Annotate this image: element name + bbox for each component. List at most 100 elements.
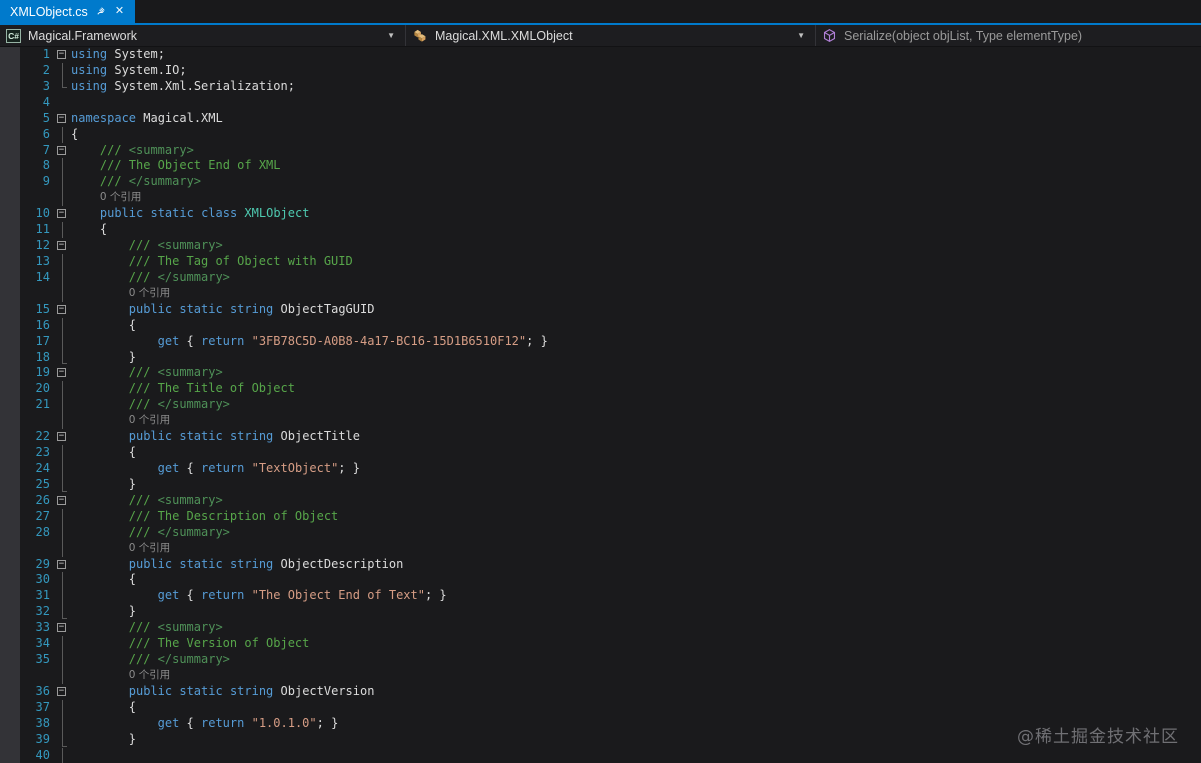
fold-toggle[interactable]: − (54, 557, 71, 573)
fold-guide (54, 381, 71, 398)
breakpoint-margin[interactable] (0, 604, 20, 621)
breakpoint-margin[interactable] (0, 683, 20, 700)
line-number: 1 (42, 47, 50, 61)
breakpoint-margin[interactable] (0, 206, 20, 223)
breakpoint-margin[interactable] (0, 222, 20, 239)
fold-toggle[interactable]: − (54, 365, 71, 381)
code-text: } (128, 604, 136, 619)
fold-toggle[interactable]: − (54, 47, 71, 63)
collapse-box-icon[interactable]: − (57, 241, 66, 251)
breakpoint-margin[interactable] (0, 445, 20, 461)
collapse-box-icon[interactable]: − (57, 432, 66, 442)
project-dropdown[interactable]: C# Magical.Framework ▼ (0, 25, 406, 46)
collapse-box-icon[interactable]: − (57, 368, 66, 378)
collapse-box-icon[interactable]: − (57, 495, 66, 505)
collapse-box-icon[interactable]: − (57, 113, 66, 123)
type-dropdown[interactable]: Magical.XML.XMLObject ▼ (406, 25, 816, 46)
breakpoint-margin[interactable] (0, 620, 20, 637)
line-number (20, 286, 54, 302)
breakpoint-margin[interactable] (0, 524, 20, 541)
fold-guide (54, 747, 71, 763)
fold-guide (54, 604, 71, 620)
codelens-references[interactable]: 0 个引用 (71, 286, 1201, 302)
fold-toggle[interactable]: − (54, 111, 71, 127)
breakpoint-margin[interactable] (0, 588, 20, 605)
breakpoint-margin[interactable] (0, 460, 20, 477)
breakpoint-margin[interactable] (0, 253, 20, 270)
breakpoint-margin[interactable] (0, 317, 20, 334)
breakpoint-margin[interactable] (0, 381, 20, 398)
breakpoint-margin[interactable] (0, 636, 20, 653)
breakpoint-margin[interactable] (0, 62, 20, 79)
code-text: public static string ObjectTagGUID (128, 301, 375, 316)
fold-toggle[interactable]: − (54, 143, 71, 159)
breakpoint-margin[interactable] (0, 142, 20, 159)
fold-toggle[interactable]: − (54, 238, 71, 254)
fold-toggle[interactable]: − (54, 493, 71, 509)
codelens-references[interactable]: 0 个引用 (71, 413, 1201, 429)
breakpoint-margin[interactable] (0, 285, 20, 302)
fold-guide (54, 77, 71, 95)
close-icon[interactable]: ✕ (113, 5, 126, 18)
breakpoint-margin[interactable] (0, 429, 20, 446)
breakpoint-margin[interactable] (0, 238, 20, 254)
collapse-box-icon[interactable]: − (57, 145, 66, 155)
breakpoint-margin[interactable] (0, 540, 20, 557)
fold-toggle[interactable]: − (54, 206, 71, 222)
breakpoint-margin[interactable] (0, 110, 20, 127)
collapse-box-icon[interactable]: − (57, 686, 66, 696)
breakpoint-margin[interactable] (0, 667, 20, 684)
code-text: get { return "TextObject"; } (157, 460, 360, 475)
breakpoint-margin[interactable] (0, 190, 20, 207)
fold-toggle[interactable]: − (54, 620, 71, 636)
line-number: 7 (42, 142, 50, 157)
tab-xmlobject[interactable]: XMLObject.cs ✕ (0, 0, 136, 23)
breakpoint-margin[interactable] (0, 365, 20, 382)
collapse-box-icon[interactable]: − (57, 304, 66, 314)
breakpoint-margin[interactable] (0, 397, 20, 414)
code-row: 27 /// The Description of Object (0, 508, 1201, 525)
breakpoint-margin[interactable] (0, 94, 20, 111)
code-editor[interactable]: 1− using System; 2 using System.IO; 3 using S… (0, 47, 1201, 763)
breakpoint-margin[interactable] (0, 492, 20, 509)
breakpoint-margin[interactable] (0, 556, 20, 573)
breakpoint-margin[interactable] (0, 158, 20, 175)
collapse-box-icon[interactable]: − (57, 623, 66, 633)
breakpoint-margin[interactable] (0, 413, 20, 430)
breakpoint-margin[interactable] (0, 476, 20, 493)
collapse-box-icon[interactable]: − (57, 50, 66, 59)
breakpoint-margin[interactable] (0, 508, 20, 525)
collapse-box-icon[interactable]: − (57, 209, 66, 219)
line-number: 40 (35, 747, 50, 762)
codelens-references[interactable]: 0 个引用 (71, 668, 1201, 684)
code-text: { (128, 317, 136, 332)
breakpoint-margin[interactable] (0, 572, 20, 589)
fold-toggle[interactable]: − (54, 302, 71, 318)
breakpoint-margin[interactable] (0, 747, 20, 763)
breakpoint-margin[interactable] (0, 78, 20, 95)
breakpoint-margin[interactable] (0, 715, 20, 732)
codelens-references[interactable]: 0 个引用 (71, 541, 1201, 557)
breakpoint-margin[interactable] (0, 652, 20, 668)
fold-toggle[interactable]: − (54, 684, 71, 700)
code-text: /// The Tag of Object with GUID (128, 253, 353, 268)
breakpoint-margin[interactable] (0, 301, 20, 318)
breakpoint-margin[interactable] (0, 333, 20, 350)
breakpoint-margin[interactable] (0, 349, 20, 366)
member-dropdown[interactable]: Serialize(object objList, Type elementTy… (816, 25, 1201, 46)
breakpoint-margin[interactable] (0, 174, 20, 191)
breakpoint-margin[interactable] (0, 126, 20, 143)
breakpoint-margin[interactable] (0, 47, 20, 63)
code-row: 26− /// <summary> (0, 492, 1201, 509)
codelens-references[interactable]: 0 个引用 (71, 190, 1201, 206)
pin-icon[interactable] (95, 6, 106, 17)
chevron-down-icon[interactable]: ▼ (793, 31, 809, 40)
chevron-down-icon[interactable]: ▼ (383, 31, 399, 40)
collapse-box-icon[interactable]: − (57, 559, 66, 569)
code-row: 32} (0, 604, 1201, 621)
breakpoint-margin[interactable] (0, 269, 20, 286)
breakpoint-margin[interactable] (0, 731, 20, 748)
breakpoint-margin[interactable] (0, 699, 20, 716)
fold-toggle[interactable]: − (54, 429, 71, 445)
code-row: 5− namespace Magical.XML (0, 110, 1201, 127)
